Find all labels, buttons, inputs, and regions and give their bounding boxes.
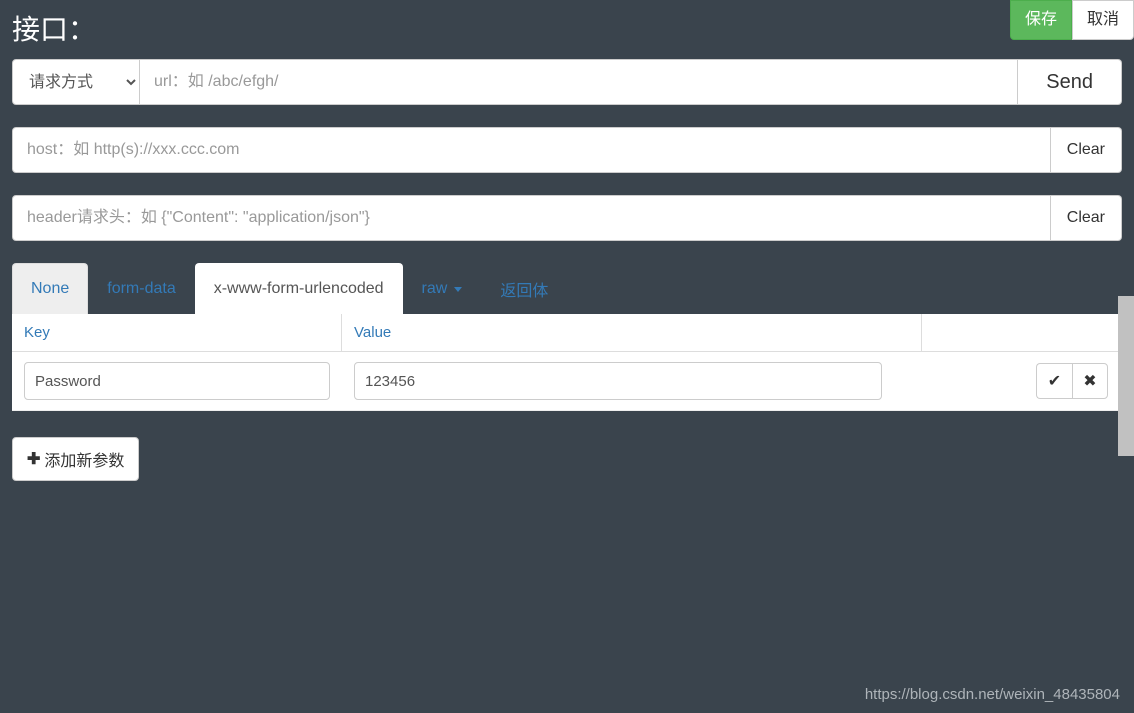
add-param-label: 添加新参数 (44, 447, 124, 471)
page-title: 接口： (12, 10, 96, 49)
param-value-input[interactable] (354, 362, 882, 400)
method-select[interactable]: 请求方式 (12, 59, 140, 105)
params-header: Key Value (12, 314, 1122, 352)
host-row: Clear (12, 127, 1122, 173)
col-header-value: Value (342, 314, 922, 351)
tab-none[interactable]: None (12, 263, 88, 314)
close-icon: ✖ (1083, 371, 1096, 391)
add-param-button[interactable]: ✚ 添加新参数 (12, 437, 139, 481)
top-buttons: 保存 取消 (1010, 0, 1134, 40)
params-table: Key Value ✔ ✖ (12, 314, 1122, 411)
caret-down-icon (454, 287, 462, 292)
save-button[interactable]: 保存 (1010, 0, 1072, 40)
scrollbar-thumb[interactable] (1118, 296, 1134, 456)
url-row: 请求方式 Send (12, 59, 1122, 105)
delete-row-button[interactable]: ✖ (1072, 363, 1108, 399)
header-input[interactable] (12, 195, 1051, 241)
clear-header-button[interactable]: Clear (1051, 195, 1122, 241)
tab-urlencoded[interactable]: x-www-form-urlencoded (195, 263, 403, 314)
col-header-key: Key (12, 314, 342, 351)
footer-url: https://blog.csdn.net/weixin_48435804 (865, 686, 1120, 703)
tab-raw-label: raw (422, 280, 448, 298)
url-input[interactable] (140, 59, 1018, 105)
send-button[interactable]: Send (1018, 59, 1122, 105)
param-key-input[interactable] (24, 362, 330, 400)
clear-host-button[interactable]: Clear (1051, 127, 1122, 173)
tab-form-data[interactable]: form-data (88, 263, 194, 314)
plus-icon: ✚ (27, 449, 40, 469)
confirm-row-button[interactable]: ✔ (1036, 363, 1072, 399)
check-icon: ✔ (1048, 371, 1061, 391)
body-tabs: None form-data x-www-form-urlencoded raw… (12, 263, 1122, 314)
host-input[interactable] (12, 127, 1051, 173)
tab-response[interactable]: 返回体 (481, 263, 567, 314)
col-header-actions (922, 314, 1122, 351)
tab-raw[interactable]: raw (403, 263, 482, 314)
header-row: Clear (12, 195, 1122, 241)
params-row: ✔ ✖ (12, 352, 1122, 411)
cancel-button[interactable]: 取消 (1072, 0, 1134, 40)
row-action-group: ✔ ✖ (1036, 363, 1108, 399)
